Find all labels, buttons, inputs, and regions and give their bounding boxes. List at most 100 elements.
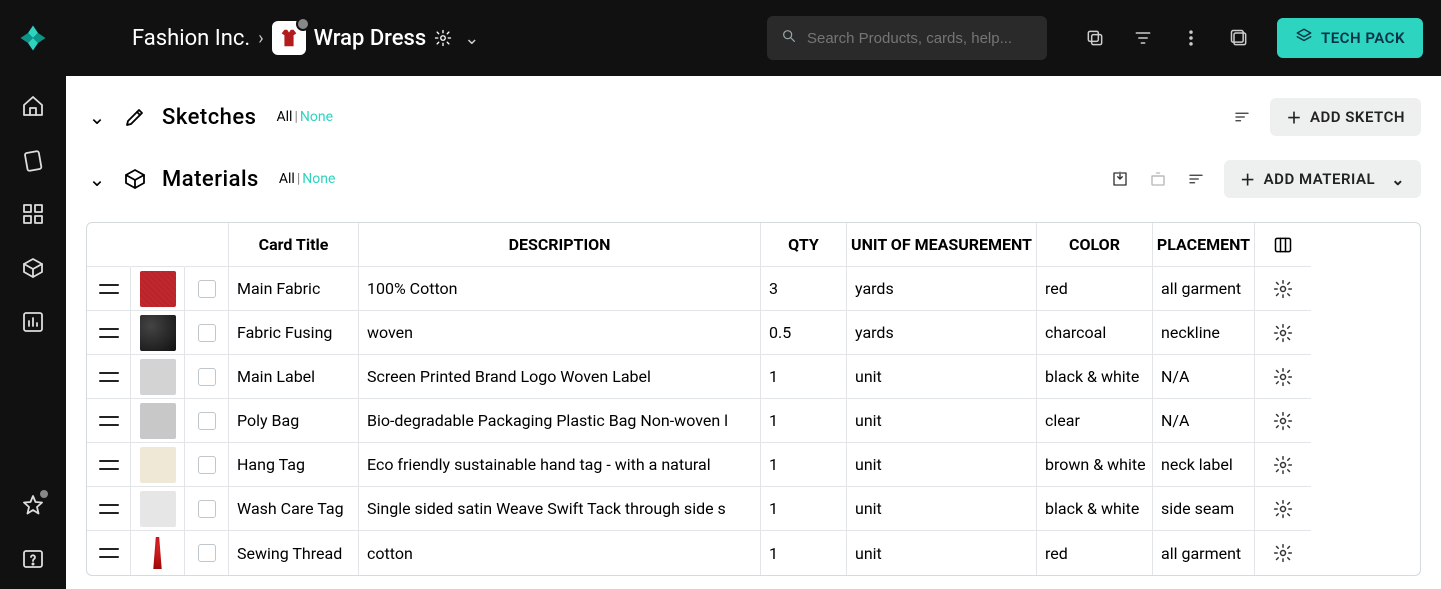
row-checkbox[interactable] (185, 399, 229, 443)
cell-unit[interactable]: unit (847, 443, 1037, 487)
drag-handle[interactable] (87, 487, 131, 531)
table-row[interactable]: Hang TagEco friendly sustainable hand ta… (87, 443, 1420, 487)
collapse-toggle-materials[interactable]: ⌄ (86, 167, 108, 191)
grid-icon[interactable] (21, 202, 45, 226)
row-checkbox[interactable] (185, 267, 229, 311)
th-card-title[interactable]: Card Title (229, 223, 359, 267)
cell-description[interactable]: Bio-degradable Packaging Plastic Bag Non… (359, 399, 761, 443)
cell-color[interactable]: brown & white (1037, 443, 1153, 487)
row-settings-button[interactable] (1255, 531, 1311, 575)
cell-card-title[interactable]: Poly Bag (229, 399, 359, 443)
material-thumbnail[interactable] (131, 399, 185, 443)
row-settings-button[interactable] (1255, 487, 1311, 531)
cell-card-title[interactable]: Fabric Fusing (229, 311, 359, 355)
cell-placement[interactable]: side seam (1153, 487, 1255, 531)
table-row[interactable]: Main Fabric100% Cotton3yardsredall garme… (87, 267, 1420, 311)
cell-placement[interactable]: N/A (1153, 399, 1255, 443)
drag-handle[interactable] (87, 531, 131, 575)
cell-qty[interactable]: 1 (761, 355, 847, 399)
product-thumbnail[interactable] (272, 21, 306, 55)
chevron-down-icon[interactable]: ⌄ (464, 28, 479, 49)
cell-color[interactable]: black & white (1037, 487, 1153, 531)
star-icon[interactable] (21, 493, 45, 517)
th-unit[interactable]: UNIT OF MEASUREMENT (847, 223, 1037, 267)
material-thumbnail[interactable] (131, 531, 185, 575)
th-description[interactable]: DESCRIPTION (359, 223, 761, 267)
row-settings-button[interactable] (1255, 311, 1311, 355)
cell-color[interactable]: black & white (1037, 355, 1153, 399)
cell-unit[interactable]: unit (847, 355, 1037, 399)
more-icon[interactable] (1181, 28, 1201, 48)
cell-unit[interactable]: unit (847, 487, 1037, 531)
drag-handle[interactable] (87, 355, 131, 399)
table-row[interactable]: Wash Care TagSingle sided satin Weave Sw… (87, 487, 1420, 531)
add-sketch-button[interactable]: ＋ ADD SKETCH (1270, 98, 1421, 136)
import-icon[interactable] (1110, 169, 1130, 189)
cell-color[interactable]: clear (1037, 399, 1153, 443)
cell-placement[interactable]: N/A (1153, 355, 1255, 399)
home-icon[interactable] (21, 94, 45, 118)
row-checkbox[interactable] (185, 355, 229, 399)
cell-unit[interactable]: yards (847, 267, 1037, 311)
cell-placement[interactable]: all garment (1153, 531, 1255, 575)
cell-unit[interactable]: unit (847, 399, 1037, 443)
table-row[interactable]: Sewing Threadcotton1unitredall garment (87, 531, 1420, 575)
cell-qty[interactable]: 1 (761, 443, 847, 487)
archive-icon[interactable] (1148, 169, 1168, 189)
cell-qty[interactable]: 1 (761, 399, 847, 443)
material-thumbnail[interactable] (131, 311, 185, 355)
breadcrumb-company[interactable]: Fashion Inc. (132, 26, 250, 51)
table-row[interactable]: Poly BagBio-degradable Packaging Plastic… (87, 399, 1420, 443)
drag-handle[interactable] (87, 399, 131, 443)
table-row[interactable]: Main LabelScreen Printed Brand Logo Wove… (87, 355, 1420, 399)
material-thumbnail[interactable] (131, 355, 185, 399)
select-all-materials[interactable]: All (279, 171, 295, 187)
th-qty[interactable]: QTY (761, 223, 847, 267)
row-checkbox[interactable] (185, 311, 229, 355)
row-settings-button[interactable] (1255, 399, 1311, 443)
cards-icon[interactable] (21, 148, 45, 172)
select-none-materials[interactable]: None (302, 171, 335, 187)
cell-color[interactable]: red (1037, 531, 1153, 575)
row-settings-button[interactable] (1255, 267, 1311, 311)
cell-card-title[interactable]: Hang Tag (229, 443, 359, 487)
add-material-button[interactable]: ＋ ADD MATERIAL ⌄ (1224, 160, 1421, 198)
cell-qty[interactable]: 1 (761, 487, 847, 531)
th-columns[interactable] (1255, 223, 1311, 267)
table-row[interactable]: Fabric Fusingwoven0.5yardscharcoalneckli… (87, 311, 1420, 355)
package-icon[interactable] (21, 256, 45, 280)
sort-icon-materials[interactable] (1186, 169, 1206, 189)
material-thumbnail[interactable] (131, 443, 185, 487)
sort-icon[interactable] (1232, 107, 1252, 127)
cell-card-title[interactable]: Sewing Thread (229, 531, 359, 575)
cell-card-title[interactable]: Main Label (229, 355, 359, 399)
app-logo[interactable] (18, 23, 48, 53)
cell-placement[interactable]: neck label (1153, 443, 1255, 487)
cell-description[interactable]: Screen Printed Brand Logo Woven Label (359, 355, 761, 399)
cell-unit[interactable]: yards (847, 311, 1037, 355)
th-color[interactable]: COLOR (1037, 223, 1153, 267)
collapse-toggle-sketches[interactable]: ⌄ (86, 105, 108, 129)
cell-qty[interactable]: 1 (761, 531, 847, 575)
select-all-sketches[interactable]: All (277, 109, 293, 125)
cell-description[interactable]: woven (359, 311, 761, 355)
search-input[interactable] (807, 30, 1033, 47)
chart-icon[interactable] (21, 310, 45, 334)
row-checkbox[interactable] (185, 443, 229, 487)
drag-handle[interactable] (87, 311, 131, 355)
cell-color[interactable]: red (1037, 267, 1153, 311)
row-checkbox[interactable] (185, 487, 229, 531)
cell-card-title[interactable]: Wash Care Tag (229, 487, 359, 531)
library-icon[interactable] (1229, 28, 1249, 48)
material-thumbnail[interactable] (131, 487, 185, 531)
cell-description[interactable]: 100% Cotton (359, 267, 761, 311)
row-settings-button[interactable] (1255, 355, 1311, 399)
drag-handle[interactable] (87, 443, 131, 487)
cell-unit[interactable]: unit (847, 531, 1037, 575)
search-input-wrap[interactable] (767, 16, 1047, 60)
cell-card-title[interactable]: Main Fabric (229, 267, 359, 311)
gear-icon[interactable] (434, 29, 452, 47)
cell-description[interactable]: cotton (359, 531, 761, 575)
th-placement[interactable]: PLACEMENT (1153, 223, 1255, 267)
cell-qty[interactable]: 0.5 (761, 311, 847, 355)
